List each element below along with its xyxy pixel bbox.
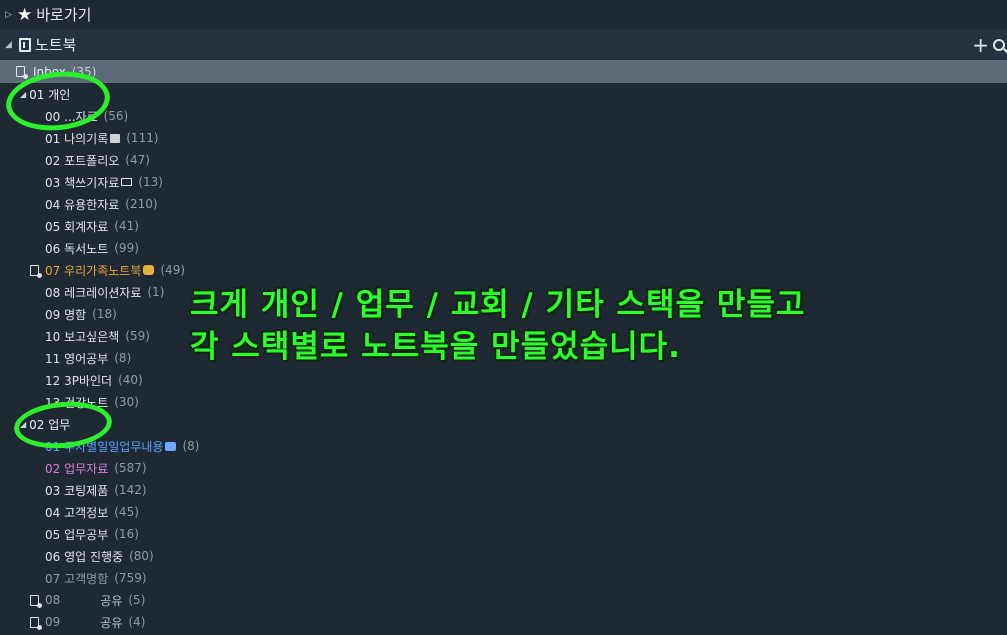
shared-notebook-icon: [30, 616, 42, 630]
annotation-line: 각 스택별로 노트북을 만들었습니다.: [190, 329, 681, 365]
notebook-item[interactable]: 08 레크레이션자료 (1): [45, 281, 164, 303]
inbox-notebook[interactable]: Inbox (35): [0, 60, 1007, 83]
notebook-item[interactable]: 01 나의기록 (111): [45, 127, 159, 149]
notebook-item[interactable]: 02 포트폴리오 (47): [45, 149, 150, 171]
notebook-count: (111): [126, 131, 159, 145]
notebook-label: 07 우리가족노트북: [45, 263, 142, 278]
notebook-count: (210): [125, 197, 158, 211]
notebook-count: (13): [138, 175, 163, 189]
family-emoji-icon: [143, 265, 155, 275]
stack-prefix: 09: [45, 615, 61, 629]
stack-label: 공유: [100, 593, 123, 608]
stack-prefix: 08: [45, 593, 61, 607]
notebook-item[interactable]: 12 3P바인더 (40): [45, 369, 143, 391]
notebook-count: (8): [182, 439, 200, 453]
notebook-item[interactable]: 04 고객정보 (45): [45, 501, 139, 523]
notebook-item[interactable]: 05 회계자료 (41): [45, 215, 139, 237]
notebook-item-shared[interactable]: 07 우리가족노트북 (49): [30, 259, 185, 281]
notebooks-header[interactable]: ◢ 노트북 +: [0, 29, 1007, 60]
notebook-count: (45): [114, 505, 139, 519]
notebook-count: (99): [114, 241, 139, 255]
notebook-label: 07 고객명함: [45, 571, 109, 586]
notebook-count: (40): [118, 373, 143, 387]
notebook-label: 05 회계자료: [45, 219, 109, 234]
notebook-count: (18): [92, 307, 117, 321]
notebook-count: (80): [129, 549, 154, 563]
notebook-label: 06 영업 진행중: [45, 549, 124, 564]
notebook-label: 02 포트폴리오: [45, 153, 120, 168]
notebook-label: 05 업무공부: [45, 527, 109, 542]
search-icon[interactable]: [993, 38, 1005, 51]
shared-notebook-icon: [30, 264, 42, 278]
notebooks-label: 노트북: [35, 36, 77, 54]
notebook-item[interactable]: 02 업무자료 (587): [45, 457, 147, 479]
notebook-count: (56): [103, 109, 129, 123]
notebook-count: (8): [114, 351, 132, 365]
notebook-count: (1): [147, 285, 165, 299]
notebook-label: 04 유용한자료: [45, 197, 120, 212]
notebook-count: (59): [125, 329, 150, 343]
inbox-icon: [16, 66, 28, 79]
notebook-count: (30): [114, 395, 139, 409]
notebook-item[interactable]: 10 보고싶은책 (59): [45, 325, 150, 347]
notebook-label: 01 나의기록: [45, 131, 109, 146]
notebook-item[interactable]: 05 업무공부 (16): [45, 523, 139, 545]
favorites-header[interactable]: ▷ ★ 바로가기: [0, 0, 1007, 29]
shared-stack-item[interactable]: 08 공유 (5): [30, 589, 145, 611]
notebook-item[interactable]: 04 유용한자료 (210): [45, 193, 158, 215]
notebook-item[interactable]: 06 영업 진행중 (80): [45, 545, 154, 567]
notebook-label: 03 코팅제품: [45, 483, 109, 498]
notebook-item[interactable]: 11 영어공부 (8): [45, 347, 131, 369]
annotation-line: 크게 개인 / 업무 / 교회 / 기타 스택을 만들고: [190, 287, 806, 323]
notebook-item[interactable]: 09 명함 (18): [45, 303, 117, 325]
notebook-count: (41): [114, 219, 139, 233]
notebook-label: 09 명함: [45, 307, 87, 322]
notebook-count: (759): [114, 571, 147, 585]
notebook-item[interactable]: 07 고객명함 (759): [45, 567, 147, 589]
stack-label: 공유: [100, 615, 123, 630]
favorites-label: 바로가기: [36, 6, 92, 24]
notebook-label: 12 3P바인더: [45, 373, 113, 388]
notebook-count: (587): [114, 461, 147, 475]
notebook-label: 10 보고싶은책: [45, 329, 120, 344]
briefcase-emoji-icon: [165, 441, 177, 451]
notebook-count: (16): [114, 527, 139, 541]
notebook-count: (47): [125, 153, 150, 167]
notebook-item[interactable]: 06 독서노트 (99): [45, 237, 139, 259]
collapse-arrow-icon[interactable]: ◢: [5, 40, 15, 50]
memo-emoji-icon: [110, 133, 121, 143]
notebook-count: (49): [160, 263, 186, 277]
notebook-label: 11 영어공부: [45, 351, 109, 366]
notebook-item[interactable]: 03 책쓰기자료 (13): [45, 171, 163, 193]
add-notebook-icon[interactable]: +: [972, 33, 989, 57]
notebook-label: 06 독서노트: [45, 241, 109, 256]
notebook-count: (5): [128, 593, 146, 607]
shared-stack-item[interactable]: 09 공유 (4): [30, 611, 145, 633]
notebook-label: 08 레크레이션자료: [45, 285, 142, 300]
annotation-text: 크게 개인 / 업무 / 교회 / 기타 스택을 만들고 각 스택별로 노트북을…: [190, 284, 805, 368]
notebook-count: (4): [128, 615, 146, 629]
notebook-label: 02 업무자료: [45, 461, 109, 476]
notebook-label: 04 고객정보: [45, 505, 109, 520]
book-emoji-icon: [121, 178, 133, 186]
notebook-item[interactable]: 03 코팅제품 (142): [45, 479, 147, 501]
notebook-label: 03 책쓰기자료: [45, 175, 120, 190]
star-icon: ★: [17, 4, 33, 25]
shared-notebook-icon: [30, 594, 42, 608]
expand-arrow-icon[interactable]: ▷: [5, 10, 15, 20]
notebook-count: (142): [114, 483, 147, 497]
notebook-icon: [19, 37, 31, 52]
